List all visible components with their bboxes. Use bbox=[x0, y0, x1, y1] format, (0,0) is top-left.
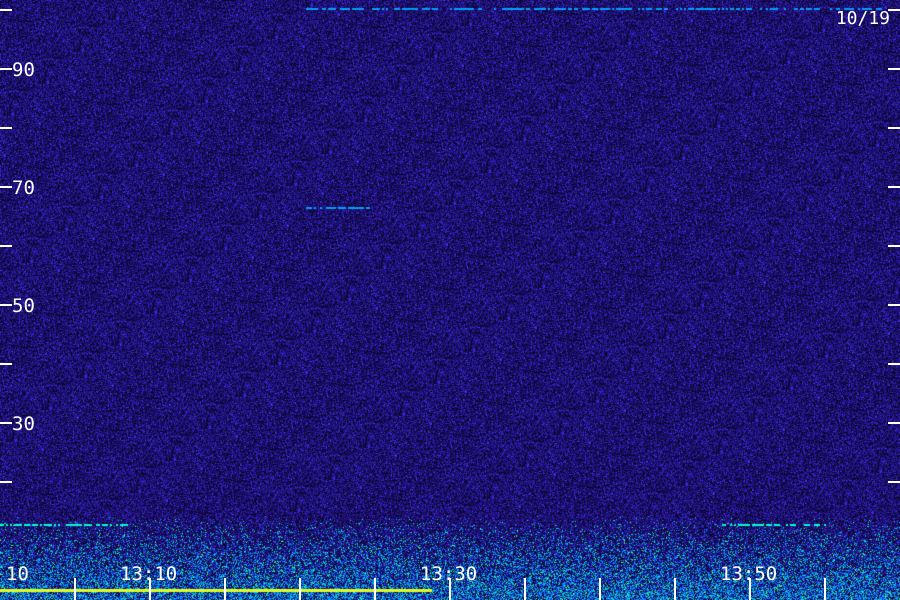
y-axis-ticks bbox=[0, 9, 900, 483]
x-label: 13:10 bbox=[120, 563, 177, 585]
y-label: 90 bbox=[12, 59, 35, 81]
spectrogram-chart: 30 50 70 90 10 13:10 13:30 13:50 10/19 bbox=[0, 0, 900, 600]
y-label: 30 bbox=[12, 413, 35, 435]
x-label: 10 bbox=[6, 563, 29, 585]
date-label: 10/19 bbox=[836, 8, 890, 29]
spectrogram-axes: 30 50 70 90 10 13:10 13:30 13:50 10/19 bbox=[0, 8, 900, 600]
x-label: 13:50 bbox=[720, 563, 777, 585]
x-label: 13:30 bbox=[420, 563, 477, 585]
y-axis-labels: 30 50 70 90 bbox=[12, 59, 35, 435]
y-label: 70 bbox=[12, 177, 35, 199]
y-label: 50 bbox=[12, 295, 35, 317]
x-axis-labels: 10 13:10 13:30 13:50 bbox=[6, 563, 777, 585]
